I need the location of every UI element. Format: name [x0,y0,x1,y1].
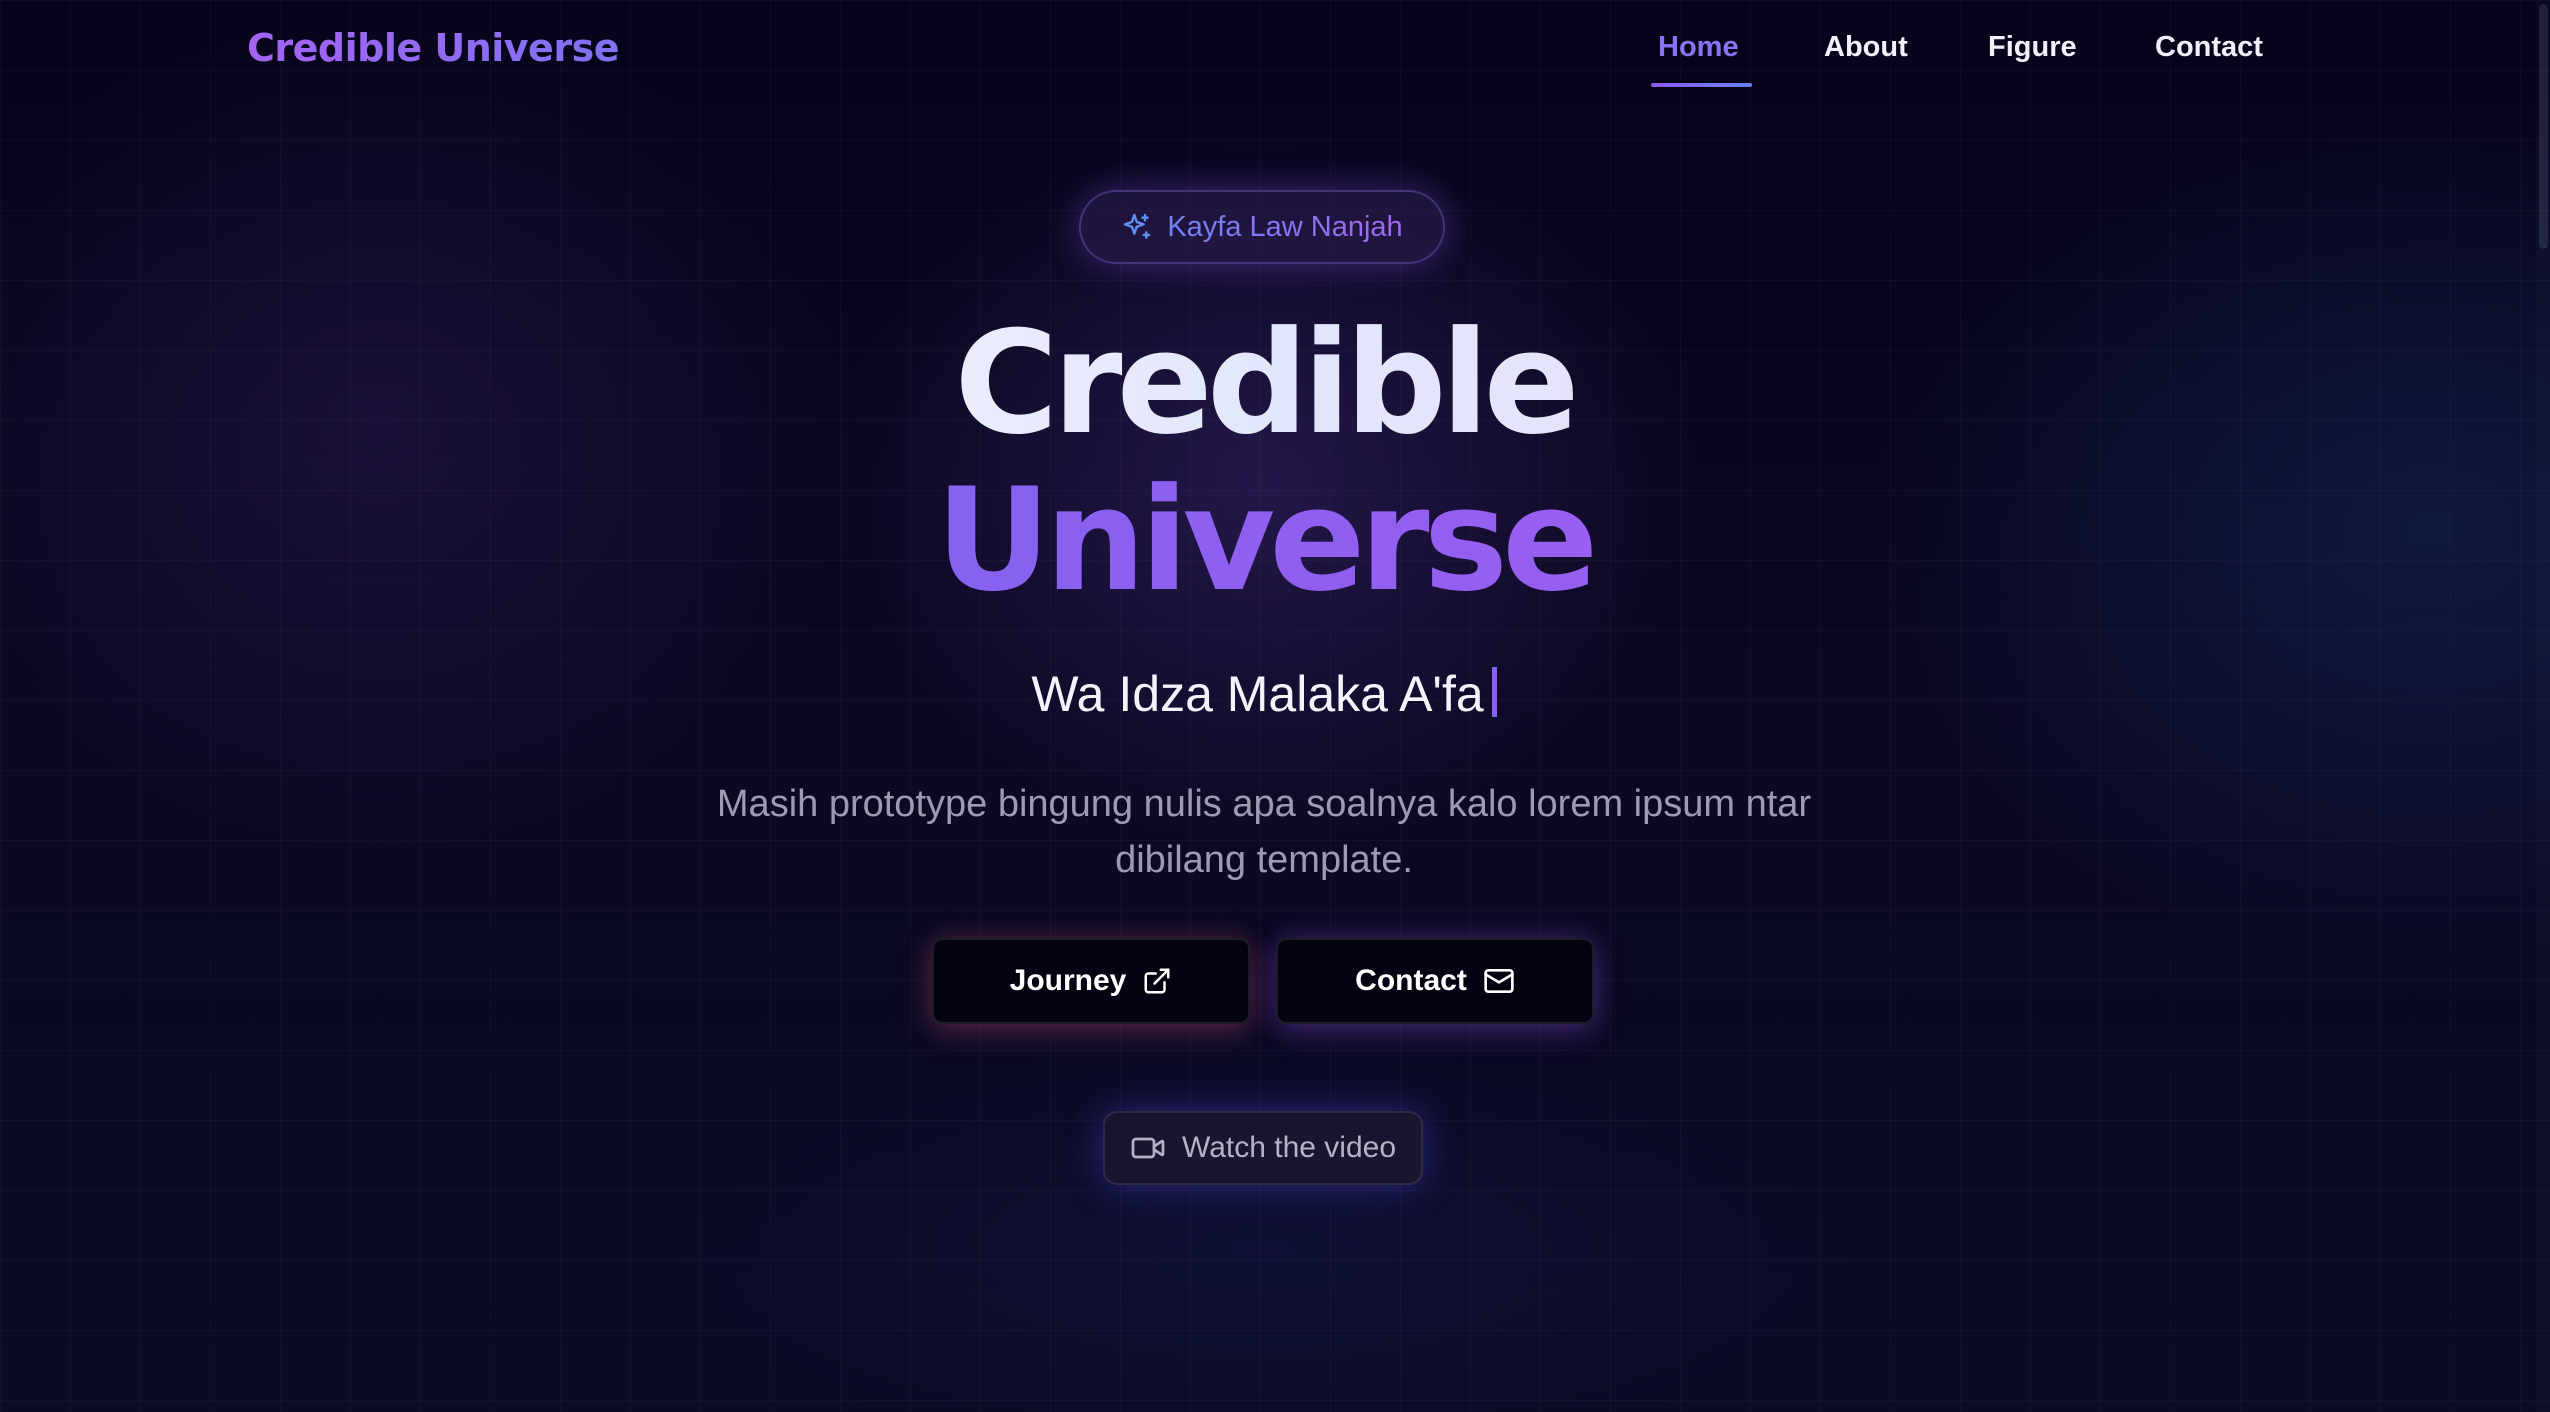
hero-title-line-2: Universe [0,470,2528,612]
typed-subtitle: Wa Idza Malaka A'fa [0,665,2528,723]
typed-text: Wa Idza Malaka A'fa [1031,666,1484,722]
nav-item-figure[interactable]: Figure [1988,31,2077,64]
contact-button-label: Contact [1355,964,1467,997]
watch-video-button[interactable]: Watch the video [1103,1111,1423,1185]
nav-item-about[interactable]: About [1824,31,1908,64]
nav-item-home[interactable]: Home [1658,31,1739,64]
watch-video-label: Watch the video [1182,1131,1396,1164]
sparkles-icon [1121,211,1153,243]
journey-button-label: Journey [1009,964,1127,997]
scrollbar-thumb[interactable] [2539,4,2548,249]
badge-label: Kayfa Law Nanjah [1167,210,1403,243]
contact-button[interactable]: Contact [1276,938,1594,1024]
mail-icon [1483,965,1515,997]
hero-description: Masih prototype bingung nulis apa soalny… [716,783,1812,881]
video-camera-icon [1130,1130,1166,1166]
nav-item-contact[interactable]: Contact [2155,31,2263,64]
page: Credible Universe Home About Figure Cont… [0,0,2550,1412]
nav-active-indicator [1651,83,1752,87]
typing-caret [1491,667,1497,717]
hero-title-line-1: Credible [0,313,2528,455]
page-scrollbar[interactable] [2536,0,2550,1412]
site-logo[interactable]: Credible Universe [247,26,619,70]
journey-button[interactable]: Journey [932,938,1250,1024]
external-link-icon [1142,966,1172,996]
hero-badge: Kayfa Law Nanjah [1079,190,1445,264]
